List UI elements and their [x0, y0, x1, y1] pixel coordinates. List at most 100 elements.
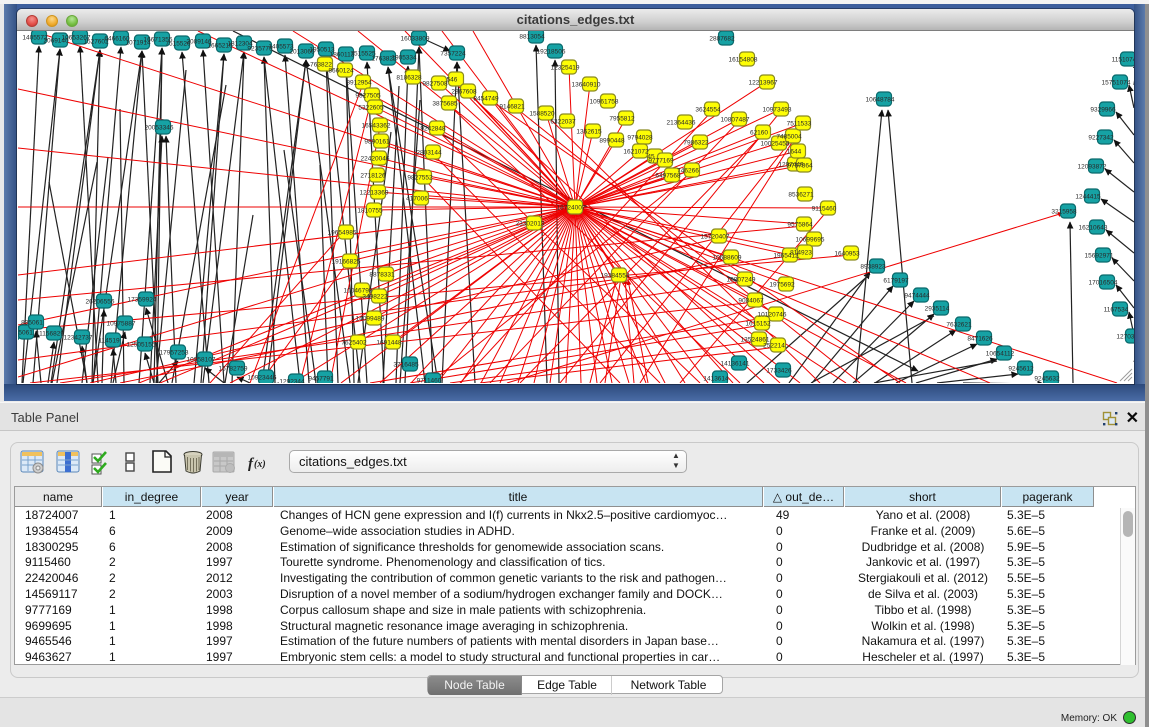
- svg-text:12505155: 12505155: [127, 342, 156, 349]
- svg-text:12213967: 12213967: [749, 80, 778, 87]
- svg-text:2935114: 2935114: [925, 306, 950, 313]
- svg-text:2887682: 2887682: [709, 36, 735, 43]
- svg-text:7986322: 7986322: [683, 140, 709, 147]
- svg-text:14099489: 14099489: [356, 316, 385, 323]
- svg-text:10973493: 10973493: [763, 107, 792, 114]
- svg-text:1167534: 1167534: [1104, 307, 1129, 314]
- svg-text:8878331: 8878331: [369, 272, 395, 279]
- svg-text:17016504: 17016504: [1089, 280, 1118, 287]
- svg-text:3498222: 3498222: [362, 294, 388, 301]
- svg-text:335061: 335061: [18, 330, 33, 337]
- svg-text:8912954: 8912954: [346, 80, 372, 87]
- svg-text:20053346: 20053346: [145, 125, 174, 132]
- svg-text:13640910: 13640910: [572, 82, 601, 89]
- svg-text:12342737: 12342737: [64, 335, 93, 342]
- svg-text:7625402: 7625402: [341, 340, 367, 347]
- svg-text:814923: 814923: [790, 250, 812, 257]
- svg-text:2867608: 2867608: [451, 89, 477, 96]
- svg-text:1905334: 1905334: [391, 55, 417, 62]
- svg-text:8813054: 8813054: [519, 34, 545, 41]
- svg-text:835061: 835061: [21, 320, 43, 327]
- svg-text:17957253: 17957253: [160, 350, 189, 357]
- svg-text:11156829: 11156829: [36, 331, 64, 338]
- svg-text:2803144: 2803144: [416, 150, 442, 157]
- svg-text:12213369: 12213369: [360, 190, 389, 197]
- svg-text:9757864: 9757864: [787, 163, 813, 170]
- svg-text:19654985: 19654985: [328, 230, 357, 237]
- svg-text:1151074: 1151074: [1112, 57, 1134, 64]
- svg-text:1244415: 1244415: [1075, 194, 1101, 201]
- svg-text:252214: 252214: [763, 343, 785, 350]
- svg-text:9711460: 9711460: [417, 378, 442, 384]
- svg-text:9245612: 9245612: [1008, 366, 1034, 373]
- svg-text:1644: 1644: [787, 149, 802, 156]
- svg-text:7511533: 7511533: [787, 121, 812, 128]
- svg-text:546: 546: [447, 77, 458, 84]
- svg-text:7485004: 7485004: [776, 134, 802, 141]
- svg-text:8186328: 8186328: [396, 75, 422, 82]
- svg-text:15751074: 15751074: [1102, 80, 1131, 87]
- svg-text:10699695: 10699695: [796, 237, 825, 244]
- svg-text:19218506: 19218506: [537, 49, 566, 56]
- svg-text:1362615: 1362615: [576, 129, 602, 136]
- svg-text:18807249: 18807249: [727, 277, 756, 284]
- svg-text:8471626: 8471626: [967, 336, 993, 343]
- svg-text:6179197: 6179197: [883, 278, 909, 285]
- svg-text:9084067: 9084067: [738, 298, 764, 305]
- svg-text:7955812: 7955812: [609, 116, 635, 123]
- svg-text:9115460: 9115460: [812, 206, 837, 213]
- svg-text:3624554: 3624554: [695, 107, 721, 114]
- svg-text:9827505: 9827505: [355, 93, 381, 100]
- svg-text:16033809: 16033809: [401, 36, 430, 43]
- svg-text:9827552: 9827552: [407, 175, 433, 182]
- svg-text:1270346: 1270346: [1116, 334, 1134, 341]
- svg-text:8990448: 8990448: [599, 138, 625, 145]
- svg-text:17359924: 17359924: [128, 297, 157, 304]
- svg-text:9227342: 9227342: [1088, 135, 1114, 142]
- svg-text:1292344: 1292344: [279, 379, 305, 384]
- svg-text:9329966: 9329966: [1090, 107, 1116, 114]
- svg-text:15720407: 15720407: [701, 234, 730, 241]
- svg-text:8454749: 8454749: [473, 96, 499, 103]
- svg-text:26206556: 26206556: [86, 299, 115, 306]
- svg-text:16154808: 16154808: [729, 57, 758, 64]
- svg-text:1588520: 1588520: [529, 111, 555, 118]
- svg-text:1640953: 1640953: [834, 251, 860, 258]
- svg-text:12093872: 12093872: [1078, 164, 1107, 171]
- svg-text:9794028: 9794028: [627, 135, 653, 142]
- svg-text:10961758: 10961758: [590, 99, 619, 106]
- svg-text:746266: 746266: [677, 168, 699, 175]
- svg-text:16543362: 16543362: [362, 123, 391, 130]
- svg-text:417006: 417006: [406, 196, 428, 203]
- svg-text:18724007: 18724007: [557, 205, 586, 212]
- svg-text:16782759: 16782759: [219, 366, 248, 373]
- svg-text:9242848: 9242848: [420, 126, 446, 133]
- svg-text:3716485: 3716485: [393, 362, 419, 369]
- svg-text:21364436: 21364436: [667, 120, 696, 127]
- svg-text:7357224: 7357224: [440, 51, 466, 58]
- svg-text:19166825: 19166825: [332, 259, 361, 266]
- svg-text:8938923: 8938923: [860, 264, 886, 271]
- svg-text:(x): (x): [254, 459, 266, 470]
- svg-text:1615152: 1615152: [745, 321, 771, 328]
- svg-text:9245632: 9245632: [1034, 376, 1060, 383]
- svg-text:22420046: 22420046: [361, 156, 390, 163]
- svg-text:10120746: 10120746: [758, 312, 787, 319]
- svg-text:1975692: 1975692: [769, 282, 795, 289]
- svg-text:10958107: 10958107: [187, 357, 216, 364]
- svg-text:6322037: 6322037: [550, 119, 576, 126]
- svg-text:7632621: 7632621: [946, 322, 972, 329]
- svg-text:3215958: 3215958: [1051, 209, 1077, 216]
- svg-text:10654112: 10654112: [986, 351, 1015, 358]
- svg-text:9575864: 9575864: [787, 222, 813, 229]
- svg-text:14136141: 14136141: [721, 361, 750, 368]
- svg-text:1691448: 1691448: [376, 340, 402, 347]
- svg-text:9474444: 9474444: [904, 293, 930, 300]
- svg-text:10975887: 10975887: [107, 321, 136, 328]
- svg-text:1810755: 1810755: [357, 208, 383, 215]
- svg-text:1733426: 1733426: [766, 368, 792, 375]
- svg-text:1621072: 1621072: [623, 149, 649, 156]
- svg-text:1413614: 1413614: [703, 376, 729, 383]
- svg-text:9457791: 9457791: [308, 376, 334, 383]
- svg-text:9146821: 9146821: [499, 104, 525, 111]
